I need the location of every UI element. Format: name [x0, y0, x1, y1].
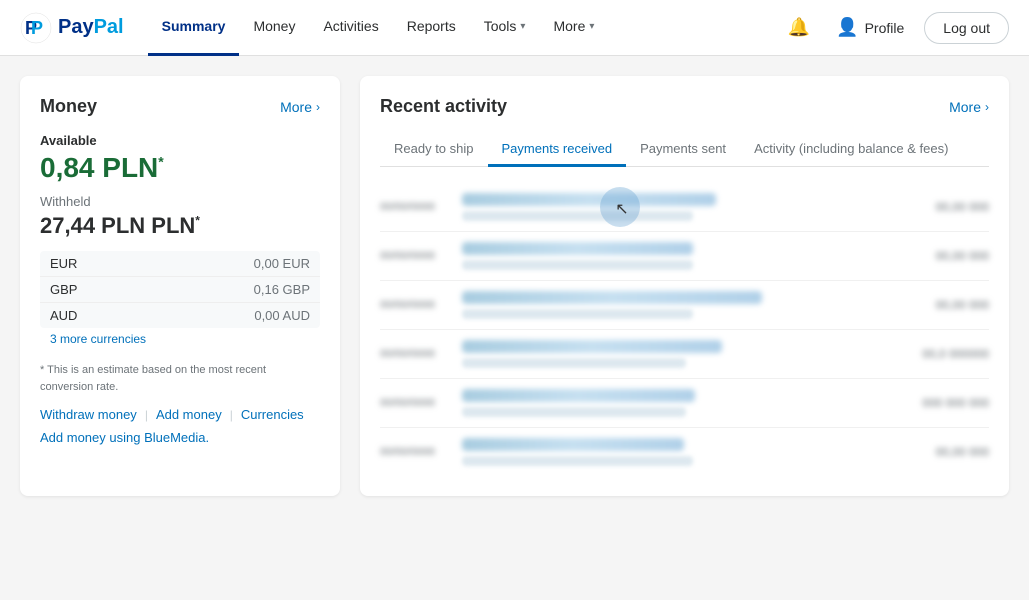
activity-row[interactable]: 00/00/0000 000 000 000	[380, 379, 989, 428]
main-nav: Summary Money Activities Reports Tools ▾…	[148, 0, 782, 56]
row-date: 00/00/0000	[380, 201, 450, 213]
row-subtitle	[462, 309, 693, 319]
row-info	[462, 291, 924, 319]
row-amount: 00,0 000000	[922, 347, 989, 361]
nav-item-summary[interactable]: Summary	[148, 0, 240, 56]
row-amount: 000 000 000	[922, 396, 989, 410]
activity-panel-title: Recent activity	[380, 96, 507, 117]
tab-payments-sent[interactable]: Payments sent	[626, 133, 740, 167]
nav-item-activities[interactable]: Activities	[309, 0, 392, 56]
profile-button[interactable]: 👤 Profile	[828, 11, 912, 44]
money-panel-title: Money	[40, 96, 97, 117]
row-info	[462, 340, 910, 368]
logo[interactable]: P P PayPal	[20, 12, 124, 44]
row-subtitle	[462, 211, 693, 221]
row-info	[462, 389, 910, 417]
row-date: 00/00/0000	[380, 446, 450, 458]
activity-rows-container: 00/00/0000 00,00 000 ↖ 00/00/0000 00,00 …	[380, 183, 989, 476]
activity-row[interactable]: 00/00/0000 00,00 000	[380, 428, 989, 476]
money-panel: Money More › Available 0,84 PLN* Withhel…	[20, 76, 340, 496]
nav-item-more[interactable]: More ▾	[539, 0, 608, 56]
row-title	[462, 242, 693, 255]
currencies-link[interactable]: Currencies	[241, 407, 304, 422]
activity-more-arrow-icon: ›	[985, 100, 989, 114]
withheld-label: Withheld	[40, 194, 320, 209]
currency-code: GBP	[40, 277, 147, 303]
nav-item-money[interactable]: Money	[239, 0, 309, 56]
currency-row: AUD0,00 AUD	[40, 303, 320, 329]
svg-text:P: P	[31, 18, 43, 38]
balance-amount: 0,84 PLN*	[40, 152, 320, 184]
row-info	[462, 193, 924, 221]
row-title	[462, 291, 762, 304]
separator-2: |	[230, 408, 233, 422]
money-more-arrow-icon: ›	[316, 100, 320, 114]
activity-panel: Recent activity More › Ready to ship Pay…	[360, 76, 1009, 496]
row-date: 00/00/0000	[380, 250, 450, 262]
action-links: Withdraw money | Add money | Currencies	[40, 407, 320, 422]
currency-amount: 0,00 EUR	[147, 251, 320, 277]
row-subtitle	[462, 260, 693, 270]
add-money-link[interactable]: Add money	[156, 407, 222, 422]
row-title	[462, 193, 716, 206]
activity-row[interactable]: 00/00/0000 00,00 000	[380, 232, 989, 281]
activity-row[interactable]: 00/00/0000 00,00 000	[380, 281, 989, 330]
disclaimer-text: * This is an estimate based on the most …	[40, 362, 320, 395]
activity-panel-header: Recent activity More ›	[380, 96, 989, 117]
currency-row: EUR0,00 EUR	[40, 251, 320, 277]
row-title	[462, 340, 722, 353]
currency-code: AUD	[40, 303, 147, 329]
more-currencies-link[interactable]: 3 more currencies	[40, 328, 320, 350]
row-amount: 00,00 000	[936, 249, 989, 263]
nav-item-reports[interactable]: Reports	[393, 0, 470, 56]
header-right: 🔔 👤 Profile Log out	[782, 11, 1009, 44]
row-subtitle	[462, 456, 693, 466]
row-date: 00/00/0000	[380, 348, 450, 360]
money-more-link[interactable]: More ›	[280, 99, 320, 115]
currency-row: GBP0,16 GBP	[40, 277, 320, 303]
activity-row[interactable]: 00/00/0000 00,0 000000	[380, 330, 989, 379]
money-panel-header: Money More ›	[40, 96, 320, 117]
row-date: 00/00/0000	[380, 299, 450, 311]
row-amount: 00,00 000	[936, 298, 989, 312]
withheld-amount: 27,44 PLN PLN*	[40, 213, 320, 239]
notifications-button[interactable]: 🔔	[782, 11, 816, 44]
row-title	[462, 389, 695, 402]
tools-chevron-icon: ▾	[520, 21, 525, 32]
row-info	[462, 242, 924, 270]
separator-1: |	[145, 408, 148, 422]
row-title	[462, 438, 684, 451]
currency-amount: 0,16 GBP	[147, 277, 320, 303]
tab-activity-all[interactable]: Activity (including balance & fees)	[740, 133, 962, 167]
bluemedia-link[interactable]: Add money using BlueMedia.	[40, 430, 320, 445]
row-amount: 00,00 000	[936, 445, 989, 459]
activity-row[interactable]: 00/00/0000 00,00 000 ↖	[380, 183, 989, 232]
currency-code: EUR	[40, 251, 147, 277]
currency-amount: 0,00 AUD	[147, 303, 320, 329]
available-label: Available	[40, 133, 320, 148]
tab-ready-to-ship[interactable]: Ready to ship	[380, 133, 488, 167]
person-icon: 👤	[836, 17, 858, 38]
paypal-logo-icon: P P	[20, 12, 52, 44]
row-subtitle	[462, 358, 686, 368]
main-content: Money More › Available 0,84 PLN* Withhel…	[0, 56, 1029, 516]
activity-tabs: Ready to ship Payments received Payments…	[380, 133, 989, 167]
activity-more-link[interactable]: More ›	[949, 99, 989, 115]
row-info	[462, 438, 924, 466]
tab-payments-received[interactable]: Payments received	[488, 133, 627, 167]
row-subtitle	[462, 407, 686, 417]
row-date: 00/00/0000	[380, 397, 450, 409]
currency-table: EUR0,00 EURGBP0,16 GBPAUD0,00 AUD	[40, 251, 320, 328]
nav-item-tools[interactable]: Tools ▾	[470, 0, 540, 56]
row-amount: 00,00 000	[936, 200, 989, 214]
logout-button[interactable]: Log out	[924, 12, 1009, 44]
withdraw-money-link[interactable]: Withdraw money	[40, 407, 137, 422]
more-chevron-icon: ▾	[589, 21, 594, 32]
header: P P PayPal Summary Money Activities Repo…	[0, 0, 1029, 56]
bell-icon: 🔔	[788, 17, 810, 37]
paypal-wordmark: PayPal	[58, 16, 124, 39]
